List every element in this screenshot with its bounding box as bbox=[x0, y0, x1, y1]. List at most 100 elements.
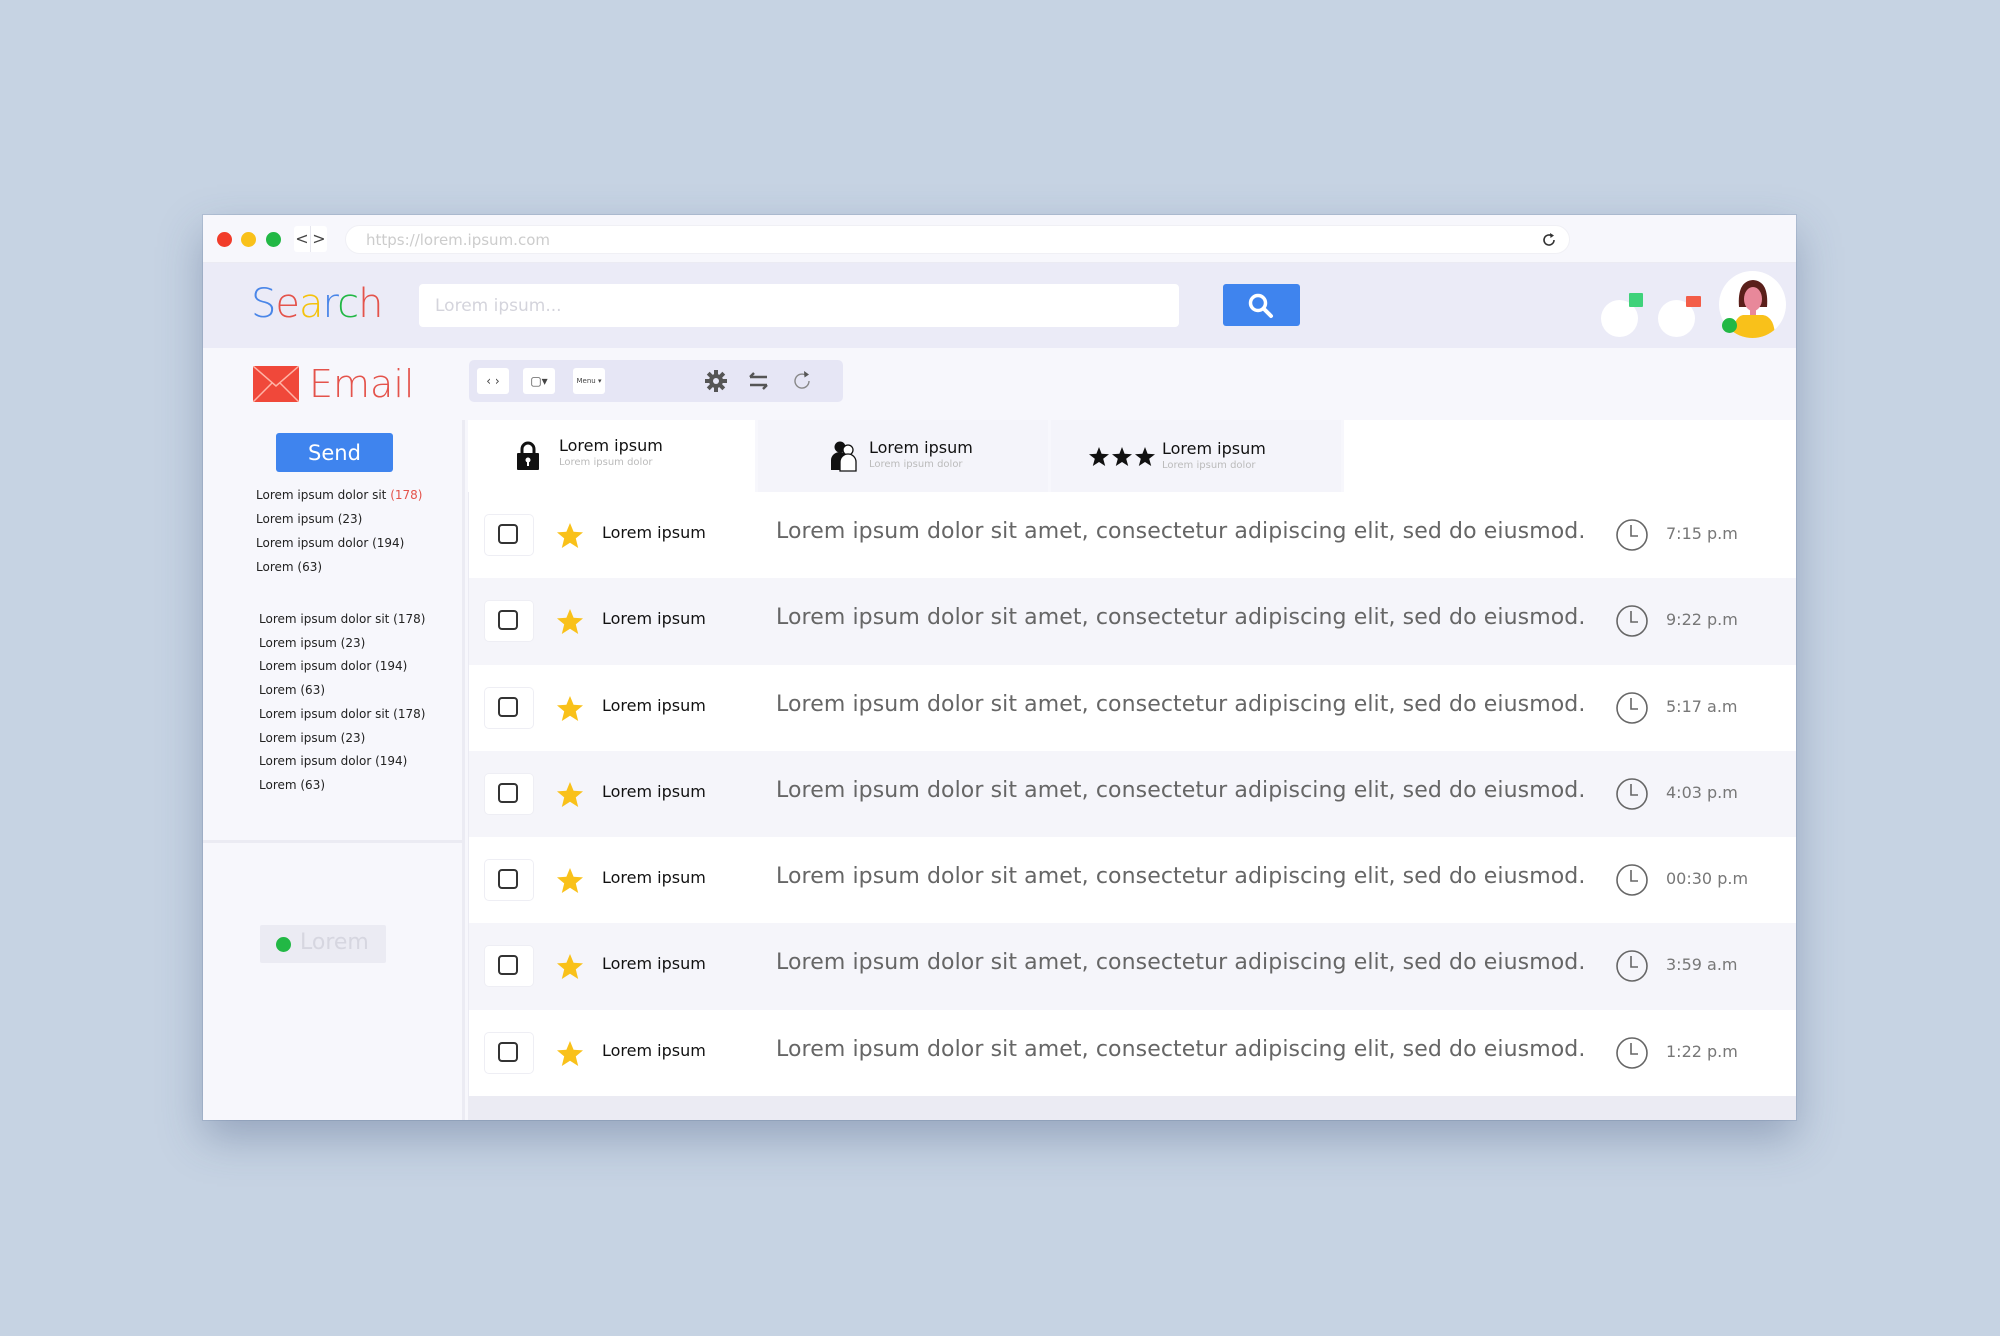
message-row[interactable]: Lorem ipsum Lorem ipsum dolor sit amet, c… bbox=[468, 923, 1796, 1010]
status-label: Lorem bbox=[300, 930, 369, 955]
folder-item[interactable]: Lorem ipsum (23) bbox=[259, 636, 365, 650]
row-checkbox[interactable] bbox=[485, 601, 533, 642]
tab-title: Lorem ipsum bbox=[869, 438, 973, 457]
star-icon[interactable] bbox=[555, 521, 585, 551]
folder-label: Lorem ipsum bbox=[256, 512, 334, 526]
message-sender: Lorem ipsum bbox=[602, 954, 706, 974]
lock-icon bbox=[517, 441, 539, 470]
mail-badge-icon bbox=[1686, 296, 1701, 307]
clock-icon bbox=[1616, 691, 1648, 724]
message-sender: Lorem ipsum bbox=[602, 868, 706, 888]
star-icon[interactable] bbox=[555, 866, 585, 896]
folder-item[interactable]: Lorem ipsum dolor sit (178) bbox=[256, 488, 422, 502]
envelope-icon bbox=[253, 366, 299, 402]
email-logo: Email bbox=[253, 362, 414, 406]
folder-item[interactable]: Lorem (63) bbox=[256, 560, 322, 574]
message-time: 4:03 p.m bbox=[1666, 782, 1738, 802]
message-subject: Lorem ipsum dolor sit amet, consectetur … bbox=[776, 950, 1586, 976]
maximize-window-button[interactable] bbox=[266, 232, 281, 247]
nav-arrows-button[interactable]: ‹ › bbox=[477, 368, 509, 394]
tab-primary[interactable]: Lorem ipsum Lorem ipsum dolor bbox=[468, 420, 755, 492]
row-checkbox[interactable] bbox=[485, 946, 533, 987]
logo-letter: c bbox=[337, 281, 359, 327]
logo-letter: S bbox=[251, 281, 276, 327]
folder-item[interactable]: Lorem ipsum dolor (194) bbox=[259, 754, 407, 768]
message-subject: Lorem ipsum dolor sit amet, consectetur … bbox=[776, 519, 1586, 544]
message-row[interactable]: Lorem ipsum Lorem ipsum dolor sit amet, c… bbox=[468, 750, 1796, 838]
url-input[interactable] bbox=[366, 226, 1516, 253]
sidebar-divider bbox=[203, 840, 465, 843]
search-logo: Search bbox=[251, 281, 383, 327]
row-checkbox[interactable] bbox=[485, 860, 533, 901]
tab-title: Lorem ipsum bbox=[559, 436, 663, 455]
row-checkbox[interactable] bbox=[485, 515, 533, 555]
folder-item[interactable]: Lorem ipsum dolor (194) bbox=[256, 536, 404, 550]
tab-subtitle: Lorem ipsum dolor bbox=[559, 457, 653, 468]
folder-item[interactable]: Lorem ipsum (23) bbox=[256, 512, 362, 526]
tab-starred[interactable]: Lorem ipsum Lorem ipsum dolor bbox=[1051, 420, 1341, 492]
email-toolbar: ‹ › ▢▾ Menu ▾ bbox=[469, 360, 843, 402]
row-checkbox[interactable] bbox=[485, 687, 533, 728]
close-window-button[interactable] bbox=[217, 232, 232, 247]
star-icon[interactable] bbox=[555, 952, 585, 982]
star-icon[interactable] bbox=[555, 1039, 585, 1069]
clock-icon bbox=[1616, 864, 1648, 896]
tab-social[interactable]: Lorem ipsum Lorem ipsum dolor bbox=[758, 420, 1048, 492]
folder-label: Lorem ipsum dolor bbox=[256, 536, 369, 550]
clock-icon bbox=[1616, 1036, 1648, 1069]
star-icon[interactable] bbox=[555, 607, 585, 637]
clock-icon bbox=[1616, 950, 1648, 983]
title-bar: < > bbox=[203, 215, 1796, 263]
select-dropdown-button[interactable]: ▢▾ bbox=[523, 368, 555, 394]
tab-title: Lorem ipsum bbox=[1162, 439, 1266, 458]
minimize-window-button[interactable] bbox=[241, 232, 256, 247]
message-time: 9:22 p.m bbox=[1666, 610, 1738, 630]
row-checkbox[interactable] bbox=[485, 773, 533, 814]
forward-button[interactable]: > bbox=[311, 226, 327, 252]
clock-icon bbox=[1616, 605, 1648, 638]
message-row[interactable]: Lorem ipsum Lorem ipsum dolor sit amet, c… bbox=[468, 664, 1796, 751]
folder-item[interactable]: Lorem ipsum dolor (194) bbox=[259, 659, 407, 673]
message-subject: Lorem ipsum dolor sit amet, consectetur … bbox=[776, 1036, 1586, 1062]
back-button[interactable]: < bbox=[294, 226, 311, 252]
message-row[interactable]: Lorem ipsum Lorem ipsum dolor sit amet, c… bbox=[468, 1009, 1796, 1097]
email-toolbar-row: Email ‹ › ▢▾ Menu ▾ bbox=[203, 348, 1796, 420]
people-icon bbox=[831, 441, 857, 472]
folder-label: Lorem bbox=[256, 560, 294, 574]
reload-icon[interactable] bbox=[1539, 230, 1559, 250]
gear-icon[interactable] bbox=[704, 369, 728, 393]
send-button[interactable]: Send bbox=[276, 433, 393, 472]
search-input[interactable] bbox=[419, 284, 1179, 327]
logo-letter: r bbox=[322, 281, 339, 327]
message-time: 5:17 a.m bbox=[1666, 696, 1738, 716]
message-time: 00:30 p.m bbox=[1666, 869, 1749, 889]
folder-count: (194) bbox=[372, 536, 405, 550]
online-status-indicator bbox=[1722, 318, 1737, 333]
logo-letter: e bbox=[275, 281, 300, 327]
search-button[interactable] bbox=[1223, 284, 1300, 326]
browser-nav: < > bbox=[294, 226, 327, 252]
folder-item[interactable]: Lorem ipsum dolor sit (178) bbox=[259, 612, 425, 626]
star-icon[interactable] bbox=[555, 780, 585, 810]
star-icon[interactable] bbox=[555, 694, 585, 724]
green-status-dot-icon bbox=[276, 937, 291, 952]
folder-item[interactable]: Lorem (63) bbox=[259, 683, 325, 697]
folder-item[interactable]: Lorem (63) bbox=[259, 778, 325, 792]
message-row[interactable]: Lorem ipsum Lorem ipsum dolor sit amet, c… bbox=[468, 578, 1796, 665]
folder-item[interactable]: Lorem ipsum (23) bbox=[259, 731, 365, 745]
swap-icon[interactable] bbox=[747, 369, 771, 393]
search-icon bbox=[1248, 293, 1273, 318]
message-row[interactable]: Lorem ipsum Lorem ipsum dolor sit amet, c… bbox=[468, 492, 1796, 579]
browser-window: < > Search bbox=[203, 215, 1796, 1120]
menu-dropdown-button[interactable]: Menu ▾ bbox=[573, 368, 605, 394]
search-header: Search bbox=[203, 263, 1796, 348]
address-bar bbox=[345, 225, 1570, 254]
refresh-icon[interactable] bbox=[791, 369, 815, 393]
folder-count: (63) bbox=[297, 560, 323, 574]
message-row[interactable]: Lorem ipsum Lorem ipsum dolor sit amet, c… bbox=[468, 837, 1796, 924]
status-button[interactable]: Lorem bbox=[260, 925, 386, 963]
folder-item[interactable]: Lorem ipsum dolor sit (178) bbox=[259, 707, 425, 721]
message-subject: Lorem ipsum dolor sit amet, consectetur … bbox=[776, 864, 1586, 890]
three-stars-icon bbox=[1089, 447, 1155, 466]
row-checkbox[interactable] bbox=[485, 1032, 533, 1073]
